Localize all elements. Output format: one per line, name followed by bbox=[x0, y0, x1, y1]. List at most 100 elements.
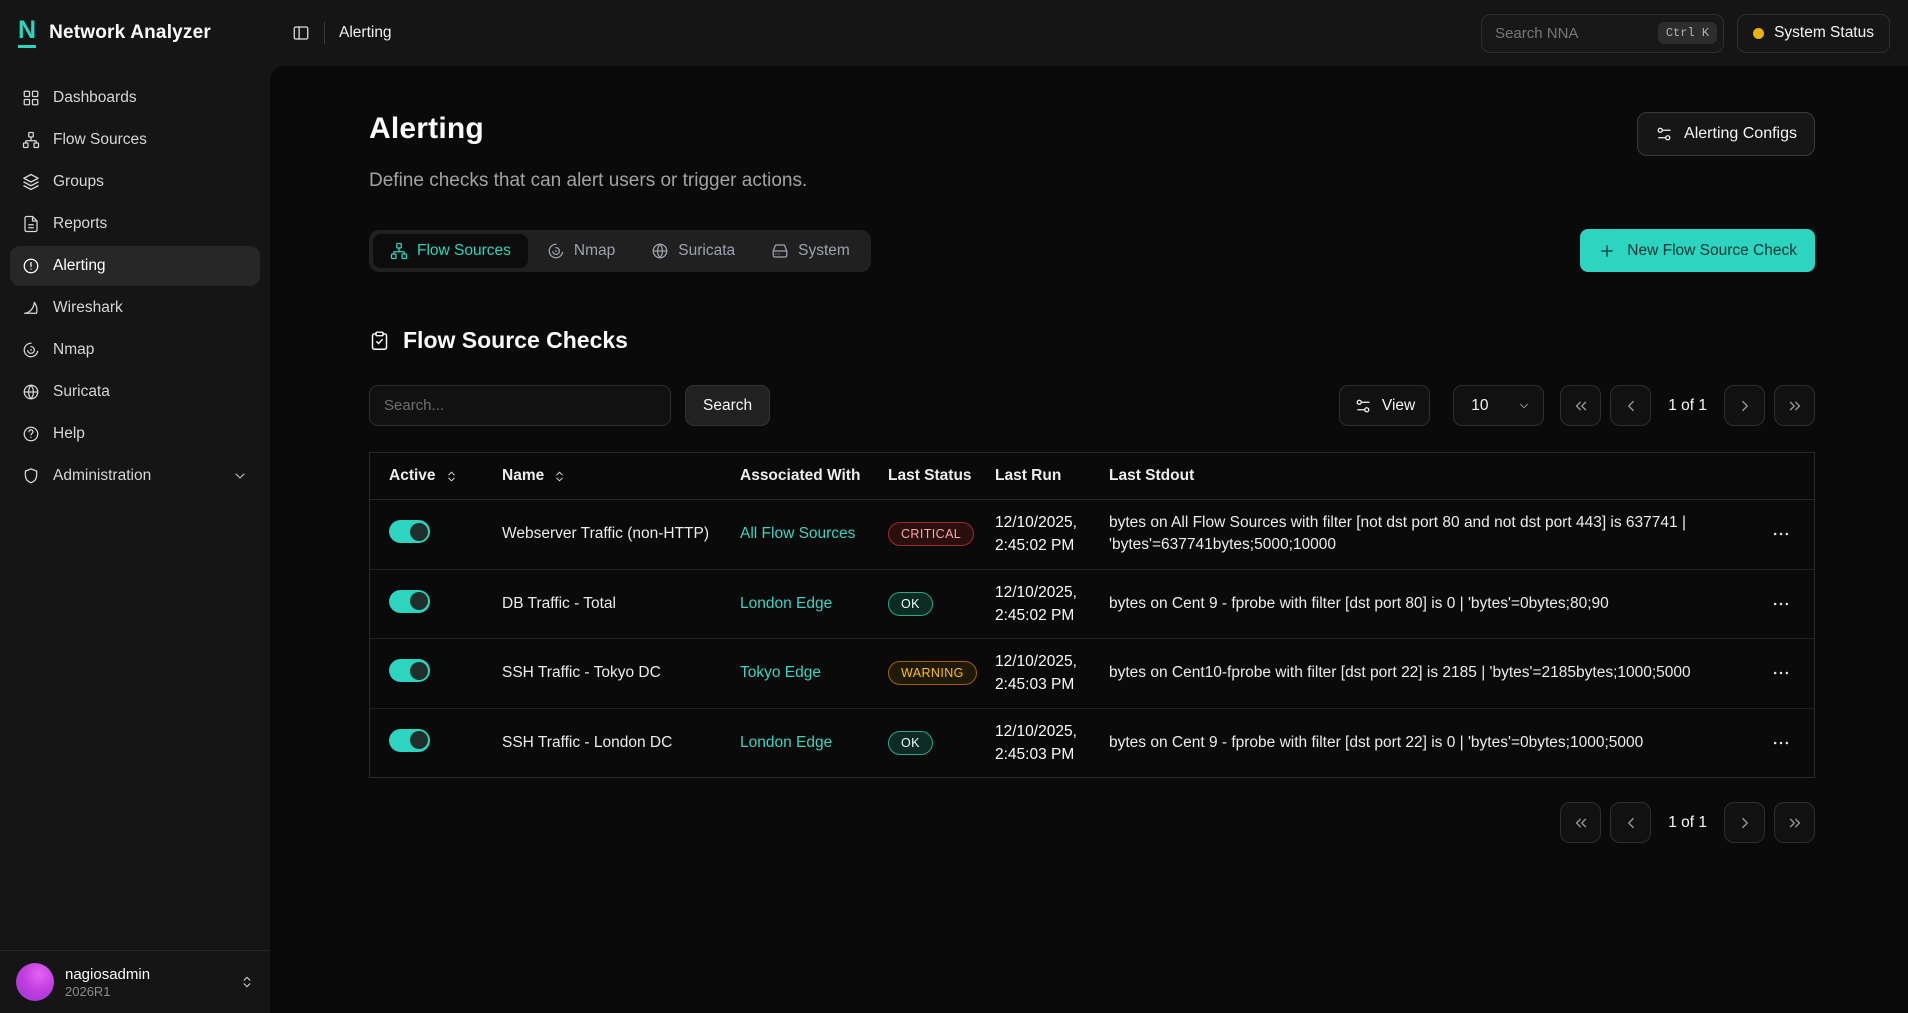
app-logo: N Network Analyzer bbox=[0, 0, 270, 66]
table-row: DB Traffic - Total London Edge OK 12/10/… bbox=[370, 570, 1814, 640]
chevron-right-icon bbox=[1736, 814, 1754, 832]
row-menu-button[interactable] bbox=[1771, 524, 1791, 544]
tab-suricata[interactable]: Suricata bbox=[634, 234, 752, 268]
table-row: SSH Traffic - London DC London Edge OK 1… bbox=[370, 709, 1814, 778]
view-button[interactable]: View bbox=[1339, 385, 1430, 426]
prev-page-button[interactable] bbox=[1610, 802, 1651, 843]
row-menu-button[interactable] bbox=[1771, 663, 1791, 683]
sidebar-item-help[interactable]: Help bbox=[10, 414, 260, 454]
divider bbox=[324, 22, 325, 44]
user-menu[interactable]: nagiosadmin 2026R1 bbox=[0, 950, 270, 1013]
dashboards-icon bbox=[22, 89, 40, 107]
associated-with-link[interactable]: London Edge bbox=[740, 595, 832, 612]
sidebar-item-administration[interactable]: Administration bbox=[10, 456, 260, 496]
chevrons-left-icon bbox=[1572, 814, 1590, 832]
logo-icon: N bbox=[18, 18, 36, 48]
alerting-configs-button[interactable]: Alerting Configs bbox=[1637, 112, 1815, 156]
tab-nmap[interactable]: Nmap bbox=[530, 234, 632, 268]
table-search-input[interactable] bbox=[369, 385, 671, 426]
sidebar-item-wireshark[interactable]: Wireshark bbox=[10, 288, 260, 328]
nmap-icon bbox=[22, 341, 40, 359]
page-title: Alerting bbox=[369, 112, 807, 146]
sidebar-item-flow-sources[interactable]: Flow Sources bbox=[10, 120, 260, 160]
system-status-button[interactable]: System Status bbox=[1737, 14, 1890, 53]
new-flow-source-check-button[interactable]: New Flow Source Check bbox=[1580, 229, 1815, 272]
first-page-button[interactable] bbox=[1560, 385, 1601, 426]
active-toggle[interactable] bbox=[389, 729, 430, 752]
status-badge: CRITICAL bbox=[888, 522, 974, 546]
user-version: 2026R1 bbox=[65, 984, 150, 999]
associated-with-link[interactable]: Tokyo Edge bbox=[740, 664, 821, 681]
status-badge: OK bbox=[888, 592, 933, 616]
wireshark-icon bbox=[22, 299, 40, 317]
sort-icon bbox=[445, 470, 458, 483]
check-type-tabs: Flow Sources Nmap Suricata System bbox=[369, 230, 871, 272]
status-badge: WARNING bbox=[888, 661, 977, 685]
flow-source-checks-table: Active Name Associated With Last Status … bbox=[369, 452, 1815, 778]
last-page-button[interactable] bbox=[1774, 385, 1815, 426]
sidebar-toggle-icon[interactable] bbox=[292, 24, 310, 42]
table-row: SSH Traffic - Tokyo DC Tokyo Edge WARNIN… bbox=[370, 639, 1814, 709]
global-search-input[interactable] bbox=[1495, 25, 1650, 42]
next-page-button[interactable] bbox=[1724, 385, 1765, 426]
last-stdout: bytes on Cent10-fprobe with filter [dst … bbox=[1109, 662, 1748, 684]
chevrons-up-down-icon bbox=[240, 975, 254, 989]
global-search[interactable]: Ctrl K bbox=[1481, 14, 1724, 53]
status-dot-icon bbox=[1753, 28, 1764, 39]
table-search-button[interactable]: Search bbox=[685, 385, 770, 426]
sort-icon bbox=[553, 470, 566, 483]
last-stdout: bytes on Cent 9 - fprobe with filter [ds… bbox=[1109, 732, 1748, 754]
help-icon bbox=[22, 425, 40, 443]
chevrons-left-icon bbox=[1572, 397, 1590, 415]
row-menu-button[interactable] bbox=[1771, 733, 1791, 753]
pagination-top: 1 of 1 bbox=[1560, 385, 1815, 426]
user-name: nagiosadmin bbox=[65, 966, 150, 984]
prev-page-button[interactable] bbox=[1610, 385, 1651, 426]
active-toggle[interactable] bbox=[389, 520, 430, 543]
chevron-left-icon bbox=[1622, 397, 1640, 415]
check-name: DB Traffic - Total bbox=[502, 595, 740, 613]
breadcrumb: Alerting bbox=[339, 24, 392, 42]
flow-sources-icon bbox=[22, 131, 40, 149]
check-name: SSH Traffic - London DC bbox=[502, 734, 740, 752]
last-run: 12/10/2025, 2:45:02 PM bbox=[995, 581, 1109, 628]
sidebar-item-reports[interactable]: Reports bbox=[10, 204, 260, 244]
associated-with-link[interactable]: London Edge bbox=[740, 734, 832, 751]
sidebar-item-alerting[interactable]: Alerting bbox=[10, 246, 260, 286]
col-header-last-stdout: Last Stdout bbox=[1109, 467, 1748, 485]
chevron-left-icon bbox=[1622, 814, 1640, 832]
tab-system[interactable]: System bbox=[754, 234, 867, 268]
pagination-bottom: 1 of 1 bbox=[369, 802, 1815, 843]
app-title: Network Analyzer bbox=[49, 22, 211, 44]
sidebar-item-suricata[interactable]: Suricata bbox=[10, 372, 260, 412]
system-icon bbox=[771, 242, 789, 260]
col-header-active[interactable]: Active bbox=[389, 467, 502, 485]
sidebar-item-groups[interactable]: Groups bbox=[10, 162, 260, 202]
sidebar-item-nmap[interactable]: Nmap bbox=[10, 330, 260, 370]
table-row: Webserver Traffic (non-HTTP) All Flow So… bbox=[370, 500, 1814, 570]
first-page-button[interactable] bbox=[1560, 802, 1601, 843]
sidebar-item-dashboards[interactable]: Dashboards bbox=[10, 78, 260, 118]
active-toggle[interactable] bbox=[389, 659, 430, 682]
last-stdout: bytes on Cent 9 - fprobe with filter [ds… bbox=[1109, 593, 1748, 615]
last-page-button[interactable] bbox=[1774, 802, 1815, 843]
page-indicator: 1 of 1 bbox=[1668, 814, 1707, 832]
row-menu-button[interactable] bbox=[1771, 594, 1791, 614]
page-size-select[interactable]: 10 bbox=[1453, 385, 1544, 426]
suricata-icon bbox=[651, 242, 669, 260]
tab-flow-sources[interactable]: Flow Sources bbox=[373, 234, 528, 268]
chevrons-right-icon bbox=[1786, 397, 1804, 415]
suricata-icon bbox=[22, 383, 40, 401]
next-page-button[interactable] bbox=[1724, 802, 1765, 843]
active-toggle[interactable] bbox=[389, 590, 430, 613]
col-header-name[interactable]: Name bbox=[502, 467, 740, 485]
avatar bbox=[16, 963, 54, 1001]
associated-with-link[interactable]: All Flow Sources bbox=[740, 525, 855, 542]
page-subtitle: Define checks that can alert users or tr… bbox=[369, 170, 807, 192]
search-shortcut: Ctrl K bbox=[1658, 22, 1717, 44]
groups-icon bbox=[22, 173, 40, 191]
last-run: 12/10/2025, 2:45:02 PM bbox=[995, 511, 1109, 558]
sliders-icon bbox=[1655, 125, 1673, 143]
sliders-icon bbox=[1354, 397, 1372, 415]
plus-icon bbox=[1598, 242, 1616, 260]
